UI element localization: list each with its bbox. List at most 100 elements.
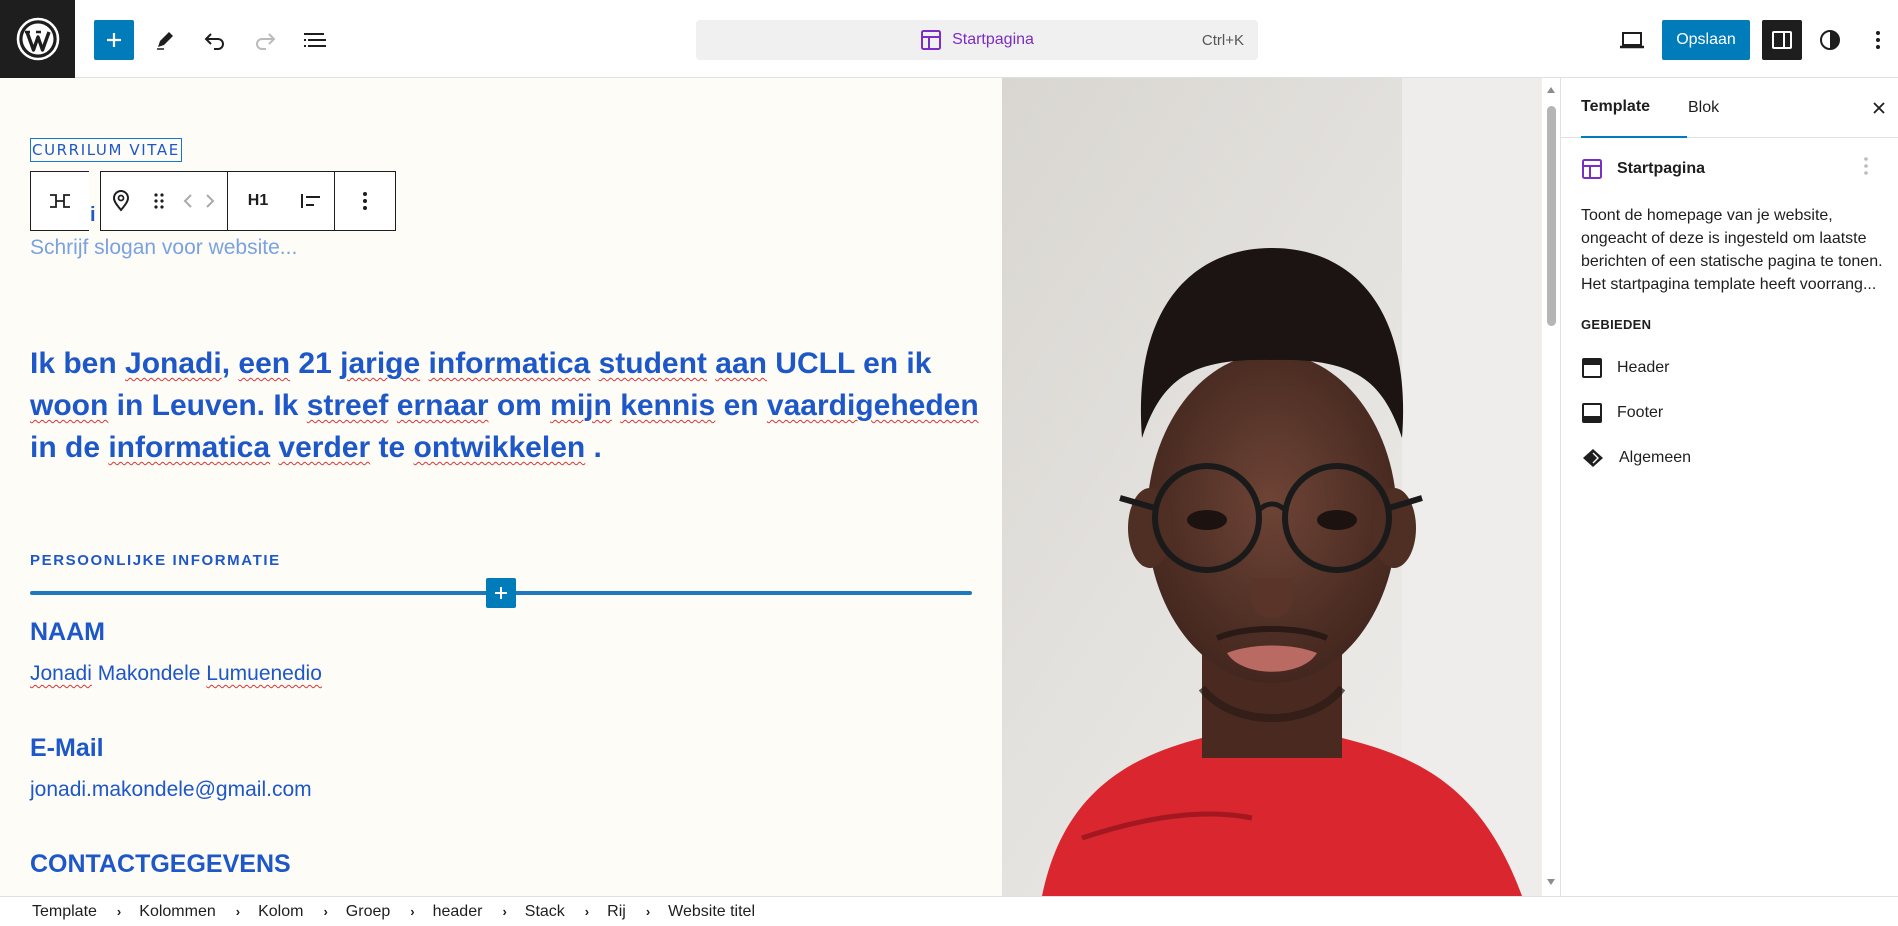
area-label: Algemeen	[1619, 449, 1692, 466]
template-description: Toont de homepage van je website, ongeac…	[1581, 207, 1883, 293]
intro-text: in Leuven. Ik	[108, 389, 307, 422]
area-label: Header	[1617, 359, 1670, 376]
breadcrumb-label: Template	[32, 902, 97, 920]
diamond-icon	[1583, 449, 1603, 467]
save-button[interactable]: Opslaan	[1662, 20, 1750, 60]
chevron-right-icon: ›	[584, 904, 590, 919]
breadcrumb-label: Website titel	[668, 902, 756, 920]
command-palette-label: Startpagina	[952, 31, 1034, 48]
breadcrumb-item-groep[interactable]: Groep ›	[346, 903, 433, 921]
intro-spellcheck-word: Jonadi	[125, 347, 222, 380]
template-summary: Startpagina	[1581, 154, 1891, 184]
breadcrumb-item-header[interactable]: header ›	[433, 903, 525, 921]
site-title-block[interactable]: CURRILUM VITAE	[30, 138, 182, 162]
breadcrumb-item-stack[interactable]: Stack ›	[525, 903, 607, 921]
redo-button[interactable]	[245, 20, 285, 60]
wordpress-logo-button[interactable]	[0, 0, 75, 78]
tools-button[interactable]	[145, 20, 185, 60]
chevron-right-icon: ›	[235, 904, 241, 919]
inline-inserter-button[interactable]	[486, 578, 516, 608]
template-layout-icon	[1582, 159, 1602, 179]
block-mover-group: H1	[100, 171, 396, 231]
close-sidebar-button[interactable]	[1867, 96, 1891, 120]
block-breadcrumb: Template › Kolommen › Kolom › Groep › header…	[0, 896, 1898, 926]
profile-photo[interactable]	[1002, 78, 1542, 896]
breadcrumb-label: header	[432, 902, 483, 920]
contact-heading[interactable]: CONTACTGEGEVENS	[30, 850, 291, 879]
options-menu-button[interactable]	[1858, 20, 1898, 60]
block-location-button[interactable]	[101, 172, 141, 230]
styles-button[interactable]	[1810, 20, 1850, 60]
sidebar-tabs: Template Blok	[1561, 78, 1898, 138]
chevron-right-icon: ›	[116, 904, 122, 919]
intro-text: Ik ben	[30, 347, 126, 380]
drag-handle[interactable]	[141, 172, 177, 230]
editor-top-toolbar: Startpagina Ctrl+K Opslaan	[0, 0, 1898, 78]
scroll-thumb[interactable]	[1547, 106, 1556, 326]
command-palette-bar[interactable]: Startpagina Ctrl+K	[696, 20, 1258, 60]
name-value-middle: Makondele	[91, 662, 207, 685]
area-item-algemeen[interactable]: Algemeen	[1581, 442, 1881, 474]
breadcrumb-label: Groep	[345, 902, 391, 920]
breadcrumb-item-rij[interactable]: Rij ›	[607, 903, 668, 921]
area-item-header[interactable]: Header	[1581, 352, 1881, 384]
drag-handle-icon	[154, 193, 164, 209]
undo-button[interactable]	[195, 20, 235, 60]
template-name: Startpagina	[1617, 160, 1706, 177]
breadcrumb-item-kolommen[interactable]: Kolommen ›	[139, 903, 258, 921]
chevron-right-icon	[206, 194, 215, 208]
template-actions-button[interactable]	[1863, 156, 1869, 181]
stack-transform-icon	[50, 194, 70, 208]
intro-text: UCLL en ik	[766, 347, 932, 380]
tab-blok[interactable]: Blok	[1688, 78, 1748, 138]
name-value[interactable]: Jonadi Makondele Lumuenedio	[30, 662, 322, 686]
vertical-ellipsis-icon	[1876, 31, 1880, 49]
block-toolbar: H1	[30, 171, 396, 231]
intro-text: 21	[290, 347, 341, 380]
scroll-down-arrow-icon	[1547, 879, 1555, 885]
template-layout-icon	[921, 30, 942, 50]
intro-spellcheck-word: jarige	[340, 347, 421, 380]
intro-spellcheck-word: ernaar	[396, 389, 489, 422]
block-options-button[interactable]	[335, 172, 395, 230]
intro-text	[612, 389, 620, 422]
breadcrumb-item-kolom[interactable]: Kolom ›	[258, 903, 346, 921]
move-left-button[interactable]	[177, 172, 199, 230]
email-heading[interactable]: E-Mail	[30, 734, 104, 763]
section-label[interactable]: PERSOONLIJKE INFORMATIE	[30, 552, 281, 569]
select-parent-button[interactable]	[31, 172, 89, 230]
half-circle-contrast-icon	[1820, 30, 1840, 50]
command-palette-title: Startpagina	[696, 20, 1258, 60]
tab-blok-label: Blok	[1688, 99, 1720, 116]
heading-level-button[interactable]: H1	[228, 172, 288, 230]
redo-icon	[256, 33, 276, 50]
intro-paragraph[interactable]: Ik ben Jonadi, een 21 jarige informatica…	[30, 343, 990, 469]
email-value[interactable]: jonadi.makondele@gmail.com	[30, 778, 312, 802]
editor-canvas[interactable]: CURRILUM VITAE i H1 Schrijf slogan voor …	[0, 78, 1542, 896]
document-overview-button[interactable]	[295, 20, 335, 60]
tab-template[interactable]: Template	[1581, 78, 1687, 138]
intro-text	[388, 389, 396, 422]
keyboard-shortcut-hint: Ctrl+K	[1201, 32, 1244, 49]
intro-spellcheck-word: mijn	[550, 389, 612, 422]
chevron-left-icon	[183, 194, 192, 208]
align-text-button[interactable]	[288, 172, 334, 230]
breadcrumb-item-template[interactable]: Template ›	[32, 903, 139, 921]
chevron-right-icon: ›	[323, 904, 328, 919]
breadcrumb-label: Kolom	[258, 902, 304, 920]
intro-spellcheck-word: woon	[30, 389, 109, 422]
breadcrumb-item-website-titel: Website titel	[668, 903, 755, 921]
settings-sidebar-toggle[interactable]	[1762, 20, 1802, 60]
intro-text: en	[715, 389, 767, 422]
canvas-scrollbar[interactable]	[1542, 78, 1560, 896]
name-heading[interactable]: NAAM	[30, 618, 105, 647]
move-right-button[interactable]	[199, 172, 221, 230]
intro-text: .	[585, 431, 602, 464]
undo-icon	[204, 33, 224, 50]
block-inserter-button[interactable]	[94, 20, 134, 60]
site-tagline-placeholder[interactable]: Schrijf slogan voor website...	[30, 236, 297, 260]
breadcrumb-label: Rij	[607, 902, 626, 920]
area-item-footer[interactable]: Footer	[1581, 397, 1881, 429]
preview-device-button[interactable]	[1612, 20, 1652, 60]
name-value-last: Lumuenedio	[206, 662, 322, 685]
